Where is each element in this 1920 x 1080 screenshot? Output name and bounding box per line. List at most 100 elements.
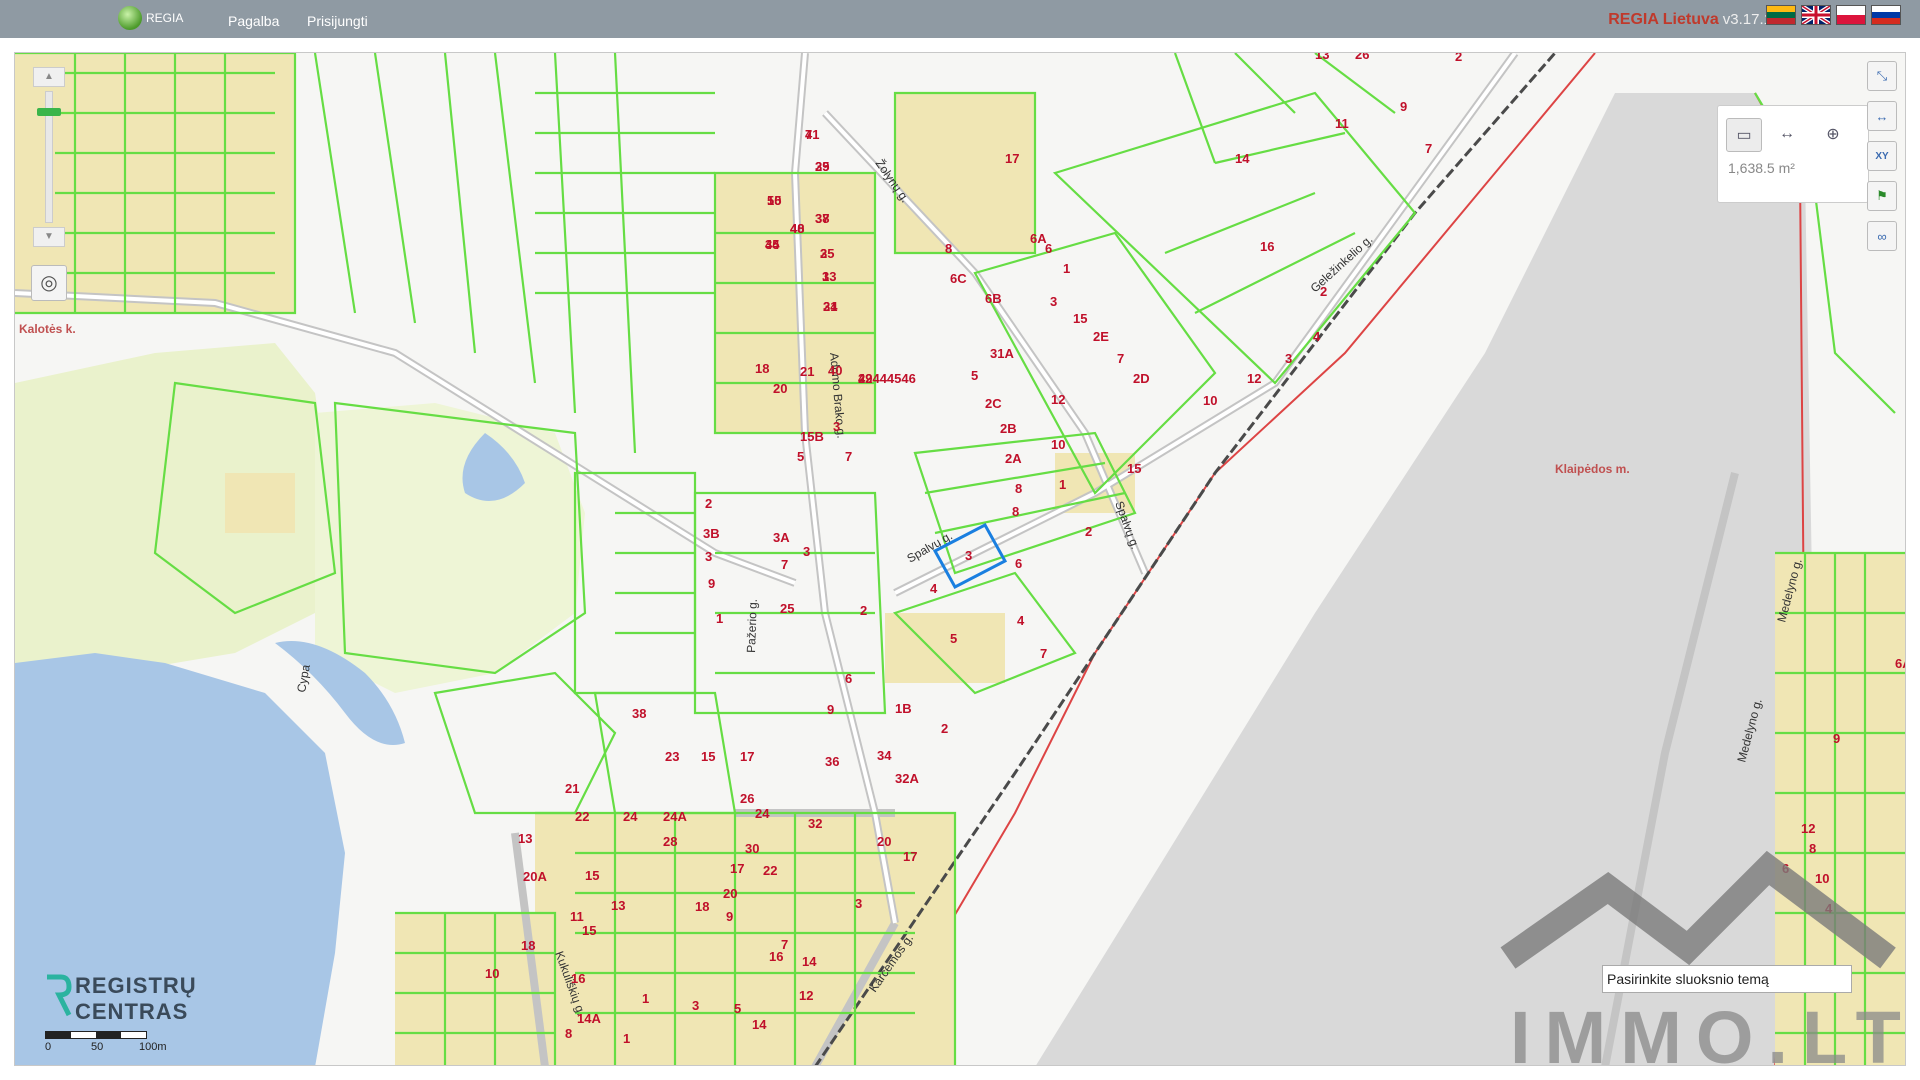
parcel-number-label: 42444546: [858, 371, 916, 386]
parcel-number-label: 15: [701, 749, 715, 764]
parcel-number-label: 8: [945, 241, 952, 256]
parcel-number-label: 8: [565, 1026, 572, 1041]
parcel-number-label: 10: [485, 966, 499, 981]
parcel-number-label: 3: [803, 544, 810, 559]
distance-measure-icon[interactable]: ↔: [1770, 118, 1804, 150]
parcel-number-label: 1: [716, 611, 723, 626]
logo-text: REGIA: [146, 11, 184, 25]
parcel-number-label: 8: [1809, 841, 1816, 856]
parcel-number-label: 4: [1825, 901, 1833, 916]
parcel-number-label: 28: [663, 834, 677, 849]
parcel-number-label: 2: [1085, 524, 1092, 539]
parcel-number-label: 6: [1782, 861, 1789, 876]
parcel-number-label: 15: [585, 868, 599, 883]
parcel-number-label: 40: [790, 221, 804, 236]
parcel-number-label: 6: [1015, 556, 1022, 571]
zoom-slider-knob[interactable]: [37, 108, 61, 116]
rc-logo-line1: REGISTRŲ: [75, 973, 197, 998]
parcel-number-label: 7: [1117, 351, 1124, 366]
parcel-number-label: 17: [903, 849, 917, 864]
parcel-number-label: 12: [1051, 392, 1065, 407]
parcel-number-label: 38: [815, 211, 829, 226]
parcel-number-label: 2A: [1005, 451, 1022, 466]
scale-label-0: 0: [45, 1041, 52, 1053]
parcel-number-label: 20A: [523, 869, 547, 884]
parcel-number-label: 14A: [577, 1011, 601, 1026]
parcel-number-label: 9: [827, 702, 834, 717]
parcel-number-label: 7: [1425, 141, 1432, 156]
map-canvas[interactable]: Žolynų g. Geležinkelio g. Adomo Brako g.…: [14, 52, 1906, 1066]
parcel-number-label: 22: [575, 809, 589, 824]
parcel-number-label: 3: [1050, 294, 1057, 309]
parcel-number-label: 7: [805, 127, 812, 142]
parcel-number-label: 15: [582, 923, 596, 938]
parcel-number-label: 17: [1005, 151, 1019, 166]
parcel-number-label: 3: [1285, 351, 1292, 366]
globe-icon[interactable]: ⊕: [1816, 118, 1850, 150]
zoom-out-button[interactable]: ▼: [33, 227, 65, 247]
parcel-number-label: 14: [1235, 151, 1250, 166]
zoom-slider[interactable]: [37, 91, 61, 223]
parcel-number-label: 3B: [703, 526, 720, 541]
parcel-number-label: 10: [1815, 871, 1829, 886]
parcel-number-label: 4: [930, 581, 938, 596]
selected-parcel-label: 3: [965, 548, 972, 563]
parcel-number-label: 7: [1040, 646, 1047, 661]
parcel-number-label: 1: [822, 269, 829, 284]
street-pazerio: Pažerio g.: [744, 599, 760, 653]
zoom-in-button[interactable]: ▲: [33, 67, 65, 87]
rc-logo-line2: CENTRAS: [75, 999, 189, 1024]
fullscreen-icon[interactable]: ⤡: [1867, 61, 1897, 91]
parcel-number-label: 16: [571, 971, 585, 986]
parcel-number-label: 11: [570, 909, 584, 924]
nav-help-link[interactable]: Pagalba: [228, 13, 279, 29]
zoom-control[interactable]: ▲ ▼: [33, 67, 65, 247]
parcel-number-label: 2C: [985, 396, 1002, 411]
parcel-number-label: 10: [1051, 437, 1065, 452]
russian-flag-icon[interactable]: [1871, 5, 1901, 25]
parcel-number-label: 2: [705, 496, 712, 511]
parcel-number-label: 2: [1320, 284, 1327, 299]
polish-flag-icon[interactable]: [1836, 5, 1866, 25]
parcel-number-label: 20: [773, 381, 787, 396]
parcel-number-label: 15: [1073, 311, 1087, 326]
link-icon[interactable]: ∞: [1867, 221, 1897, 251]
parcel-number-label: 6A: [1895, 656, 1906, 671]
english-flag-icon[interactable]: [1800, 4, 1832, 26]
parcel-measure-icon[interactable]: ▭: [1726, 118, 1762, 152]
measure-icon[interactable]: ↔: [1867, 101, 1897, 131]
version-label: v3.17.1: [1722, 11, 1772, 28]
brand-title: REGIA Lietuva v3.17.1: [1608, 11, 1772, 29]
parcel-number-label: 2: [860, 603, 867, 618]
lithuanian-flag-icon[interactable]: [1766, 5, 1796, 25]
parcel-number-label: 20: [877, 834, 891, 849]
parcel-number-label: 40: [828, 363, 842, 378]
parcel-number-label: 18: [755, 361, 769, 376]
parcel-number-label: 24: [823, 299, 838, 314]
regia-gem-icon: [118, 6, 142, 30]
parcel-number-label: 18: [695, 899, 709, 914]
flag-icon[interactable]: ⚑: [1867, 181, 1897, 211]
parcel-number-label: 23: [665, 749, 679, 764]
parcel-number-label: 6: [1045, 241, 1052, 256]
nav-login-link[interactable]: Prisijungti: [307, 13, 368, 29]
parcel-number-label: 11: [1335, 116, 1349, 131]
rc-logo-icon: [47, 974, 72, 1017]
registrų-centras-logo: REGISTRŲ CENTRAS: [45, 973, 197, 1025]
parcel-number-label: 5: [950, 631, 957, 646]
parcel-number-label: 24: [623, 809, 638, 824]
xy-coordinates-icon[interactable]: XY: [1867, 141, 1897, 171]
parcel-number-label: 4: [1313, 329, 1321, 344]
layer-theme-input[interactable]: [1602, 965, 1852, 993]
regia-logo[interactable]: REGIA: [118, 6, 183, 30]
parcel-number-label: 36: [825, 754, 839, 769]
locate-icon[interactable]: ◎: [31, 265, 67, 301]
place-klaipedos: Klaipėdos m.: [1555, 462, 1630, 476]
parcel-number-label: 14: [752, 1017, 767, 1032]
parcel-number-label: 30: [745, 841, 759, 856]
parcel-number-label: 10: [1203, 393, 1217, 408]
parcel-number-label: 25: [815, 159, 829, 174]
parcel-number-label: 14: [802, 954, 817, 969]
map-graphics: Žolynų g. Geležinkelio g. Adomo Brako g.…: [15, 53, 1906, 1065]
parcel-number-label: 12: [1247, 371, 1261, 386]
